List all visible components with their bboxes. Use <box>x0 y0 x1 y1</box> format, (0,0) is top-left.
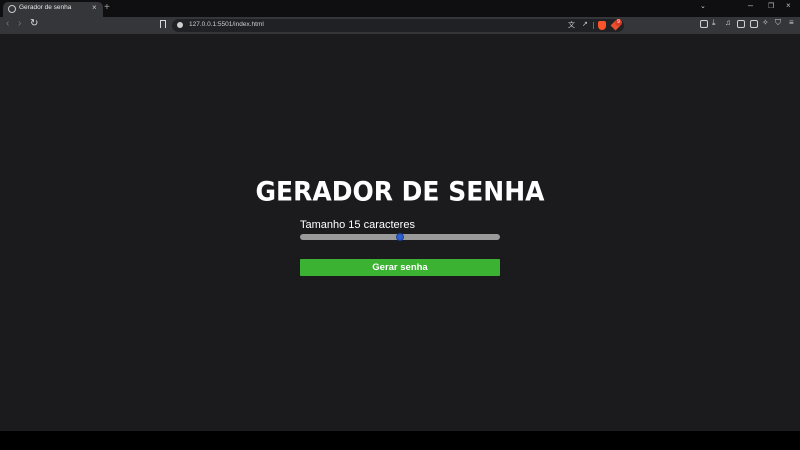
url-text[interactable]: 127.0.0.1:5501/index.html <box>189 21 264 28</box>
page-title: GERADOR DE SENHA <box>255 176 545 207</box>
address-bar[interactable]: 127.0.0.1:5501/index.html 文 ↗ 9 <box>172 19 624 32</box>
brave-shields-icon[interactable] <box>598 21 606 30</box>
bookmark-icon[interactable] <box>160 20 166 28</box>
downloads-icon[interactable]: ⤓ <box>712 18 716 28</box>
tab-close-icon[interactable]: × <box>92 3 97 12</box>
divider <box>593 22 594 29</box>
browser-window: Gerador de senha × + ⌄ – ❐ × ‹ › ↻ 127.0… <box>0 0 800 431</box>
tab-list-chevron-icon[interactable]: ⌄ <box>700 2 706 10</box>
extensions-icon[interactable] <box>700 20 708 28</box>
menu-icon[interactable]: ≡ <box>789 18 794 27</box>
tab-title: Gerador de senha <box>19 4 72 11</box>
tab-active[interactable]: Gerador de senha × <box>3 2 103 17</box>
minimize-button[interactable]: – <box>748 0 753 10</box>
new-tab-button[interactable]: + <box>104 2 110 13</box>
globe-icon <box>8 5 16 13</box>
generate-password-button[interactable]: Gerar senha <box>300 259 500 276</box>
share-icon[interactable]: ↗ <box>582 20 588 28</box>
page-content: GERADOR DE SENHA Tamanho 15 caracteres G… <box>0 34 800 431</box>
leo-icon[interactable]: ✧ <box>762 18 769 27</box>
close-window-button[interactable]: × <box>786 1 791 10</box>
maximize-button[interactable]: ❐ <box>768 2 774 10</box>
slider-thumb[interactable] <box>396 232 404 241</box>
slider-label: Tamanho 15 caracteres <box>300 219 415 231</box>
tab-bar: Gerador de senha × + ⌄ – ❐ × <box>0 0 800 17</box>
site-info-icon[interactable] <box>177 22 183 28</box>
back-button[interactable]: ‹ <box>6 18 9 29</box>
rewards-badge: 9 <box>615 19 622 26</box>
vpn-icon[interactable]: ⛉ <box>775 18 781 28</box>
toolbar: ‹ › ↻ 127.0.0.1:5501/index.html 文 ↗ 9 ⤓ … <box>0 17 800 34</box>
wallet-icon[interactable] <box>750 20 758 28</box>
length-slider[interactable] <box>300 232 500 241</box>
taskbar <box>0 431 800 450</box>
forward-button[interactable]: › <box>18 18 21 29</box>
translate-icon[interactable]: 文 <box>568 20 575 30</box>
sidebar-icon[interactable] <box>737 20 745 28</box>
media-icon[interactable]: ♫ <box>725 18 731 27</box>
reload-button[interactable]: ↻ <box>30 18 38 29</box>
